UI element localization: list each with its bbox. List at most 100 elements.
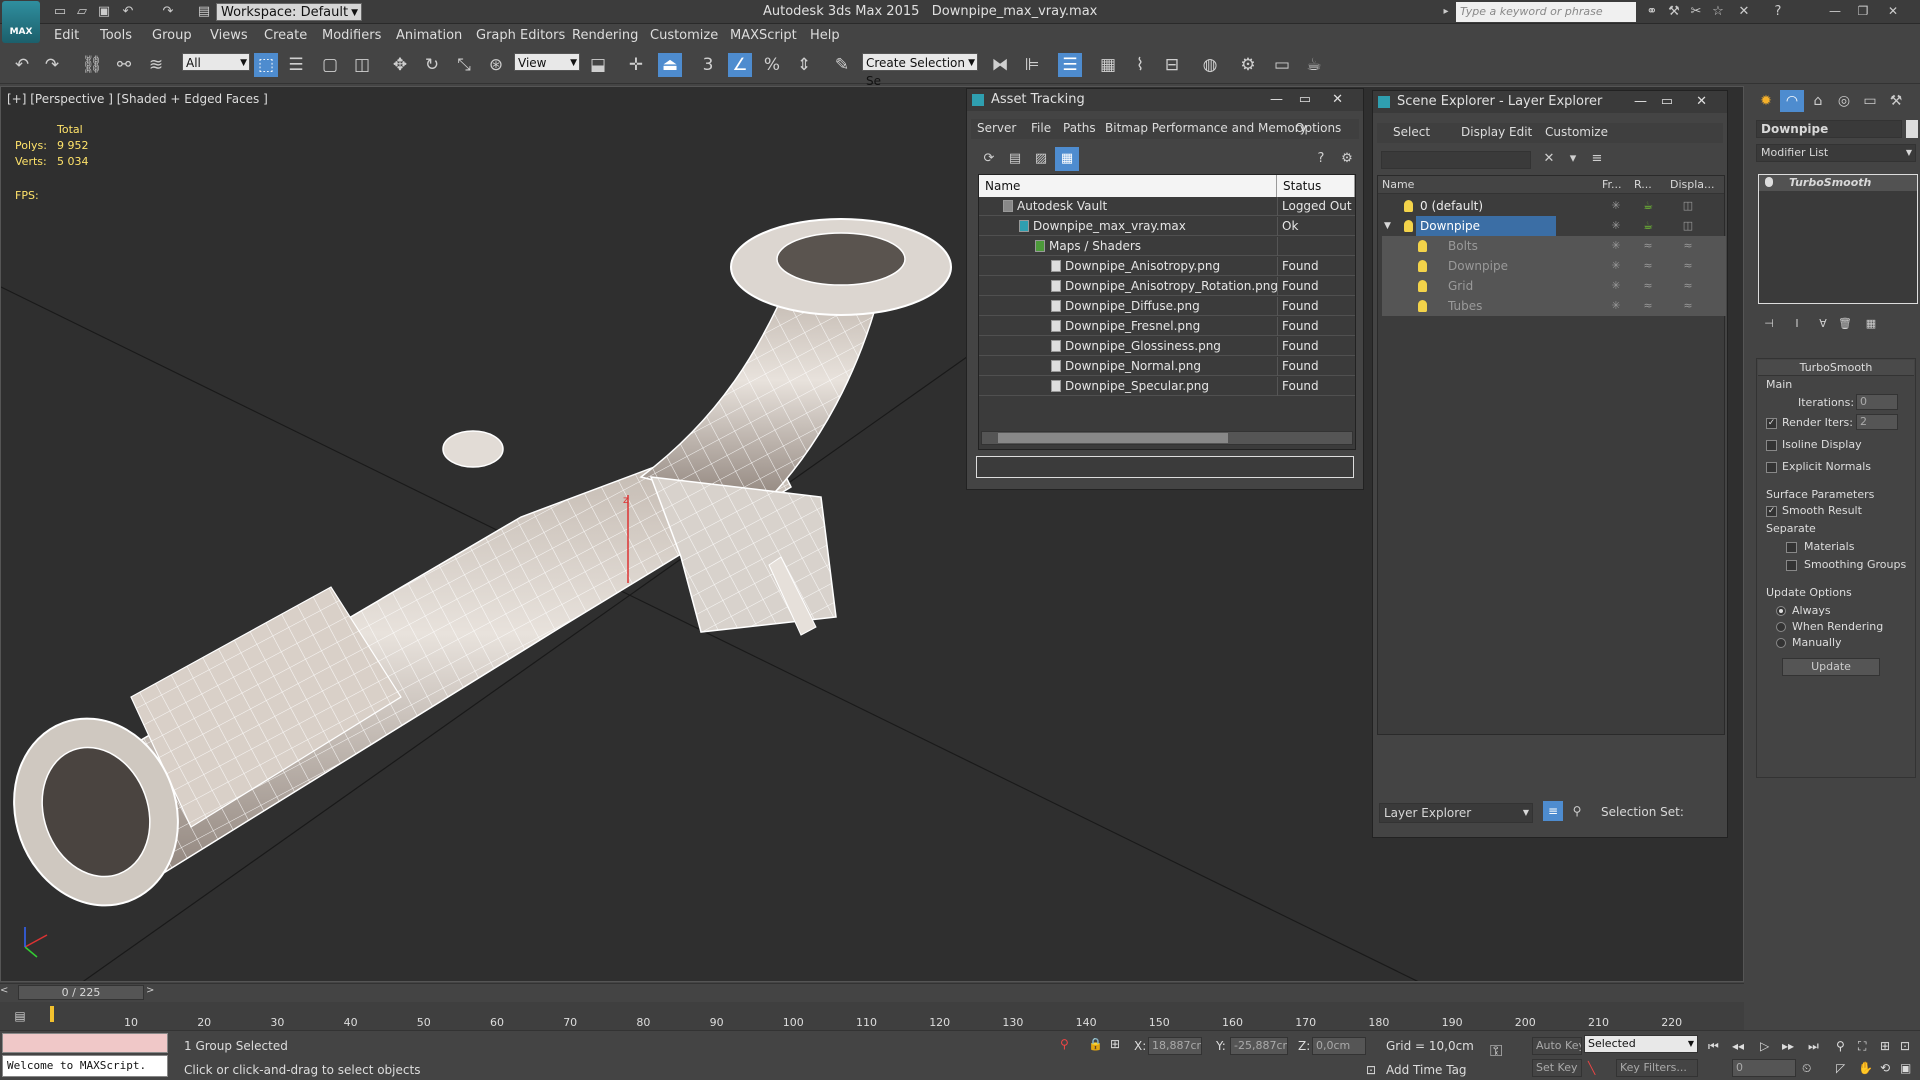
mirror-icon[interactable]: ⧓ (988, 53, 1012, 77)
explicit-normals-checkbox[interactable] (1766, 462, 1777, 473)
freeze-icon[interactable]: ✳ (1602, 216, 1630, 236)
new-file-icon[interactable]: ▭ (52, 4, 68, 20)
zoom-extents-icon[interactable]: ⛶ (1858, 1039, 1866, 1054)
time-configuration-icon[interactable]: ⏲ (1802, 1061, 1811, 1076)
percent-snap-icon[interactable]: % (760, 53, 784, 77)
clear-search-icon[interactable]: ✕ (1537, 147, 1561, 171)
update-button[interactable]: Update (1782, 658, 1880, 676)
previous-frame-icon[interactable]: ◂◂ (1732, 1039, 1744, 1053)
materials-checkbox[interactable] (1786, 542, 1797, 553)
maxscript-listener[interactable] (2, 1033, 168, 1053)
mini-curve-editor-icon[interactable]: ▤ (8, 1004, 32, 1028)
minimize-icon[interactable]: — (1270, 89, 1283, 111)
se-menu-select[interactable]: Select (1393, 125, 1430, 139)
object-row-bolts[interactable]: Bolts ✳ ≈ ≈ (1382, 236, 1726, 256)
named-selection-sets-dropdown[interactable]: Create Selection Se ▼ (862, 53, 978, 88)
asset-row[interactable]: Downpipe_Fresnel.png Found (979, 317, 1355, 336)
set-key-button[interactable]: Set Key (1532, 1059, 1582, 1077)
menu-graph-editors[interactable]: Graph Editors (476, 28, 565, 43)
set-key-icon[interactable]: ╲ (1588, 1061, 1595, 1075)
se-menu-edit[interactable]: Edit (1509, 125, 1532, 139)
render-icon[interactable]: ≈ (1634, 236, 1662, 256)
tools-icon[interactable]: ⚒ (1666, 4, 1682, 20)
asset-row[interactable]: Downpipe_Anisotropy_Rotation.png Found (979, 277, 1355, 296)
next-frame-icon[interactable]: ▸▸ (1782, 1039, 1794, 1053)
explorer-mode-dropdown[interactable]: Layer Explorer ▼ (1379, 803, 1533, 823)
freeze-icon[interactable]: ✳ (1602, 236, 1630, 256)
display-icon[interactable]: ≈ (1674, 256, 1702, 276)
downpipe-model[interactable] (1, 218, 952, 929)
horizontal-scrollbar[interactable] (981, 431, 1353, 445)
iterations-spinner[interactable]: 0 (1856, 394, 1898, 410)
move-icon[interactable]: ✥ (388, 53, 412, 77)
select-by-name-icon[interactable]: ☰ (284, 53, 308, 77)
render-teapot-icon[interactable]: ☕ (1634, 196, 1662, 216)
field-of-view-icon[interactable]: ◸ (1836, 1061, 1845, 1075)
display-icon[interactable]: ◫ (1674, 216, 1702, 236)
time-slider-thumb[interactable]: 0 / 225 (18, 985, 144, 1000)
render-iters-spinner[interactable]: 2 (1856, 414, 1898, 430)
pin-stack-icon[interactable]: ⊣ (1760, 312, 1778, 336)
show-end-result-icon[interactable]: Ι (1788, 312, 1806, 336)
render-teapot-icon[interactable]: ☕ (1634, 216, 1662, 236)
layer-row-downpipe[interactable]: ▼ Downpipe ✳ ☕ ◫ (1382, 216, 1726, 236)
layers-icon[interactable]: ≡ (1585, 147, 1609, 171)
at-menu-file[interactable]: File (1031, 121, 1051, 135)
menu-rendering[interactable]: Rendering (572, 28, 638, 43)
help-icon[interactable]: ? (1309, 147, 1333, 171)
isoline-display-checkbox[interactable] (1766, 440, 1777, 451)
select-object-icon[interactable]: ⬚ (254, 53, 278, 77)
search-arrow-icon[interactable]: ▸ (1438, 4, 1454, 20)
stack-item-turbosmooth[interactable]: TurboSmooth (1759, 175, 1917, 191)
refresh-icon[interactable]: ⟳ (977, 147, 1001, 171)
unlink-icon[interactable]: ⚯ (112, 53, 136, 77)
asset-row[interactable]: Downpipe_max_vray.max Ok (979, 217, 1355, 236)
key-icon[interactable]: ⚿ (1490, 1041, 1502, 1061)
rollout-title[interactable]: TurboSmooth (1758, 360, 1914, 376)
window-crossing-icon[interactable]: ◫ (350, 53, 374, 77)
filter-icon[interactable]: ▾ (1561, 147, 1585, 171)
place-icon[interactable]: ⊛ (484, 53, 508, 77)
render-icon[interactable]: ≈ (1634, 256, 1662, 276)
time-tag-icon[interactable]: ⊡ (1366, 1063, 1376, 1077)
infocenter-search-input[interactable]: Type a keyword or phrase (1456, 2, 1636, 22)
isolate-selection-icon[interactable]: ⚲ (1060, 1037, 1069, 1051)
z-coordinate-field[interactable]: 0,0cm (1312, 1037, 1366, 1055)
cross-tools-icon[interactable]: ✂ (1688, 4, 1704, 20)
select-and-link-icon[interactable]: ⛓ (80, 53, 104, 77)
rendered-frame-window-icon[interactable]: ▭ (1270, 53, 1294, 77)
render-icon[interactable]: ≈ (1634, 296, 1662, 316)
render-iters-checkbox[interactable]: ✓ (1766, 418, 1777, 429)
freeze-icon[interactable]: ✳ (1602, 296, 1630, 316)
modify-tab-icon[interactable]: ◠ (1780, 90, 1804, 112)
at-menu-bitmap-performance[interactable]: Bitmap Performance and Memory (1105, 121, 1307, 135)
col-name[interactable]: Name (1382, 176, 1414, 194)
material-editor-icon[interactable]: ◍ (1198, 53, 1222, 77)
maximize-viewport-icon[interactable]: ⊡ (1900, 1039, 1910, 1053)
freeze-icon[interactable]: ✳ (1602, 276, 1630, 296)
object-name-field[interactable]: Downpipe (1756, 120, 1902, 138)
curve-editor-icon[interactable]: ⌇ (1128, 53, 1152, 77)
current-frame-marker[interactable] (50, 1006, 54, 1022)
smooth-result-checkbox[interactable]: ✓ (1766, 506, 1777, 517)
menu-modifiers[interactable]: Modifiers (322, 28, 381, 43)
scale-icon[interactable]: ⤡ (452, 53, 476, 77)
scene-search-input[interactable] (1381, 151, 1531, 169)
help-icon[interactable]: ? (1770, 4, 1786, 20)
zoom-all-icon[interactable]: ⊞ (1880, 1039, 1890, 1053)
redo-icon[interactable]: ↷ (160, 4, 176, 20)
menu-customize[interactable]: Customize (650, 28, 718, 43)
light-bulb-icon[interactable] (1418, 240, 1427, 252)
maximize-toggle-icon[interactable]: ▣ (1900, 1061, 1911, 1075)
reference-coordinate-dropdown[interactable]: View ▼ (514, 53, 580, 71)
asset-path-field[interactable] (976, 456, 1354, 478)
list-view-icon[interactable]: ▤ (1003, 147, 1027, 171)
freeze-icon[interactable]: ✳ (1602, 196, 1630, 216)
prev-frame-arrow-icon[interactable]: < (0, 985, 14, 999)
light-bulb-icon[interactable] (1418, 260, 1427, 272)
snaps-toggle-icon[interactable]: 3 (696, 53, 720, 77)
angle-snap-icon[interactable]: ∠ (728, 53, 752, 77)
open-file-icon[interactable]: ▱ (74, 4, 90, 20)
light-bulb-icon[interactable] (1418, 280, 1427, 292)
settings-icon[interactable]: ⚙ (1335, 147, 1359, 171)
